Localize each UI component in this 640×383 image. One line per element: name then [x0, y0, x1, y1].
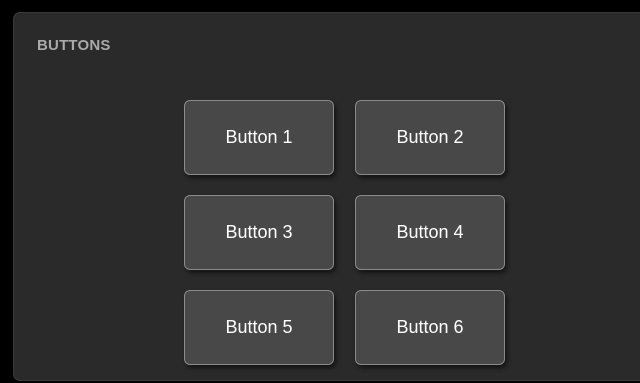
button-1[interactable]: Button 1 — [184, 100, 334, 175]
button-4[interactable]: Button 4 — [355, 195, 505, 270]
button-5[interactable]: Button 5 — [184, 290, 334, 365]
button-3[interactable]: Button 3 — [184, 195, 334, 270]
button-6[interactable]: Button 6 — [355, 290, 505, 365]
buttons-panel: BUTTONS Button 1 Button 2 Button 3 Butto… — [13, 12, 640, 381]
panel-title: BUTTONS — [37, 37, 111, 54]
button-grid: Button 1 Button 2 Button 3 Button 4 Butt… — [184, 100, 505, 365]
button-2[interactable]: Button 2 — [355, 100, 505, 175]
